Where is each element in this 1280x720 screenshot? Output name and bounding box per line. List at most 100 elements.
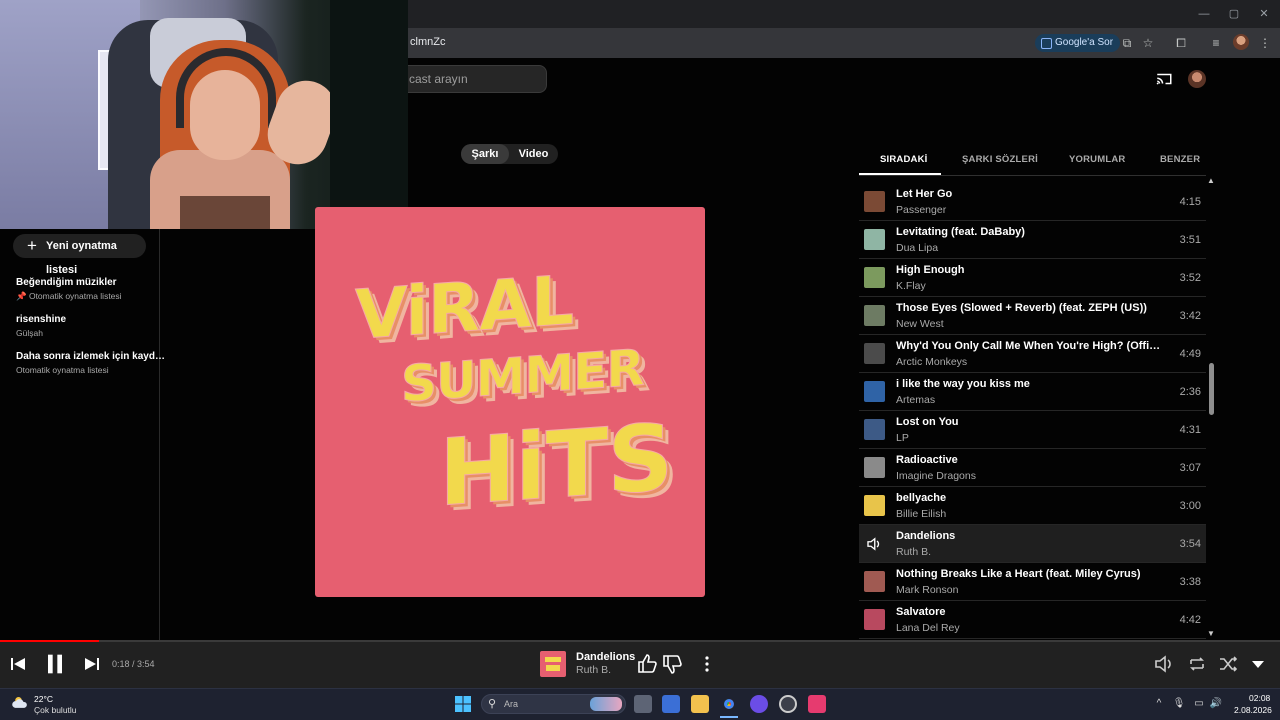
shuffle-icon[interactable] <box>1216 652 1240 676</box>
queue-artist: Mark Ronson <box>896 584 959 596</box>
pause-icon[interactable] <box>41 650 69 678</box>
queue-duration: 3:38 <box>1179 576 1201 588</box>
store-icon[interactable] <box>662 695 680 713</box>
queue-thumbnail[interactable] <box>864 457 885 478</box>
maximize-icon[interactable]: ▢ <box>1226 6 1242 22</box>
tiktok-icon[interactable] <box>808 695 826 713</box>
queue-title: i like the way you kiss me <box>896 378 1030 390</box>
clock-time[interactable]: 02:08 <box>1249 693 1270 703</box>
queue-row[interactable]: Nothing Breaks Like a Heart (feat. Miley… <box>859 563 1206 601</box>
playlist-title[interactable]: Beğendiğim müzikler <box>16 277 117 288</box>
queue-row[interactable]: Levitating (feat. DaBaby) Dua Lipa 3:51 <box>859 221 1206 259</box>
microphone-icon[interactable]: 🎙 <box>1172 697 1186 711</box>
song-toggle-button[interactable]: Şarkı <box>461 144 509 164</box>
minimize-icon[interactable]: — <box>1196 6 1212 22</box>
volume-icon[interactable] <box>1152 652 1176 676</box>
queue-row[interactable]: Salvatore Lana Del Rey 4:42 <box>859 601 1206 639</box>
cast-icon[interactable] <box>1155 70 1173 88</box>
queue-title: High Enough <box>896 264 965 276</box>
active-tab-indicator <box>859 173 941 175</box>
scroll-up-arrow-icon[interactable]: ▲ <box>1207 176 1215 185</box>
cloud-weather-icon[interactable] <box>11 695 31 709</box>
playlist-title[interactable]: risenshine <box>16 314 66 325</box>
search-input[interactable]: cast arayın <box>398 65 547 93</box>
speaker-icon[interactable]: 🔊 <box>1209 697 1223 711</box>
next-track-icon[interactable] <box>80 652 104 676</box>
tab-related[interactable]: BENZER <box>1160 154 1200 165</box>
queue-row[interactable]: Let Her Go Passenger 4:15 <box>859 183 1206 221</box>
close-icon[interactable]: ✕ <box>1256 6 1272 22</box>
now-playing-title[interactable]: Dandelions <box>576 651 635 663</box>
tray-overflow-icon[interactable]: ^ <box>1152 697 1166 711</box>
album-art-text: ViRAL <box>355 261 574 356</box>
file-explorer-icon[interactable] <box>691 695 709 713</box>
queue-thumbnail[interactable] <box>864 609 885 630</box>
queue-row[interactable]: Why'd You Only Call Me When You're High?… <box>859 335 1206 373</box>
queue-duration: 4:42 <box>1179 614 1201 626</box>
clock-date[interactable]: 2.08.2026 <box>1234 705 1272 715</box>
queue-duration: 3:52 <box>1179 272 1201 284</box>
new-playlist-button[interactable]: + Yeni oynatma listesi <box>13 234 146 276</box>
weather-temperature[interactable]: 22°C <box>34 694 53 704</box>
app-icon-steam[interactable] <box>779 695 797 713</box>
active-app-indicator <box>720 716 738 718</box>
expand-player-icon[interactable] <box>1246 652 1270 676</box>
now-playing-artist[interactable]: Ruth B. <box>576 664 611 676</box>
task-view-icon[interactable] <box>634 695 652 713</box>
reading-list-icon[interactable]: ≡ <box>1207 34 1225 52</box>
queue-artist: Ruth B. <box>896 546 932 558</box>
profile-avatar[interactable] <box>1233 34 1249 50</box>
more-options-icon[interactable] <box>695 652 719 676</box>
queue-title: Lost on You <box>896 416 959 428</box>
queue-scrollbar-thumb[interactable] <box>1209 363 1214 415</box>
repeat-icon[interactable] <box>1185 652 1209 676</box>
scroll-down-arrow-icon[interactable]: ▼ <box>1207 629 1215 638</box>
extensions-icon[interactable]: ⧠ <box>1172 34 1190 52</box>
queue-duration: 3:42 <box>1179 310 1201 322</box>
bookmark-star-icon[interactable]: ☆ <box>1139 34 1157 52</box>
chrome-icon[interactable] <box>720 695 738 713</box>
queue-row[interactable]: bellyache Billie Eilish 3:00 <box>859 487 1206 525</box>
windows-start-icon[interactable] <box>455 696 471 712</box>
queue-row[interactable]: High Enough K.Flay 3:52 <box>859 259 1206 297</box>
queue-title: bellyache <box>896 492 947 504</box>
queue-artist: Passenger <box>896 204 947 216</box>
previous-track-icon[interactable] <box>6 652 30 676</box>
video-toggle-button[interactable]: Video <box>509 144 558 164</box>
tab-up-next[interactable]: SIRADAKİ <box>880 154 928 165</box>
app-icon-purple[interactable] <box>750 695 768 713</box>
queue-row[interactable]: Lost on You LP 4:31 <box>859 411 1206 449</box>
queue-title: Radioactive <box>896 454 958 466</box>
queue-thumbnail[interactable] <box>864 191 885 212</box>
queue-row[interactable]: i like the way you kiss me Artemas 2:36 <box>859 373 1206 411</box>
queue-thumbnail[interactable] <box>864 419 885 440</box>
playback-time: 0:18 / 3:54 <box>112 659 155 669</box>
queue-thumbnail[interactable] <box>864 229 885 250</box>
queue-thumbnail[interactable] <box>864 381 885 402</box>
queue-thumbnail[interactable] <box>864 267 885 288</box>
dislike-icon[interactable] <box>661 652 685 676</box>
tab-lyrics[interactable]: ŞARKI SÖZLERİ <box>962 154 1038 165</box>
queue-thumbnail[interactable] <box>864 571 885 592</box>
progress-track[interactable] <box>0 640 1280 642</box>
queue-thumbnail[interactable] <box>864 305 885 326</box>
like-icon[interactable] <box>636 652 660 676</box>
now-playing-thumbnail[interactable] <box>540 651 566 677</box>
display-icon[interactable]: ▭ <box>1192 697 1206 711</box>
queue-thumbnail[interactable] <box>864 495 885 516</box>
queue-thumbnail[interactable] <box>864 343 885 364</box>
queue-artist: Artemas <box>896 394 936 406</box>
queue-row[interactable]: Dandelions Ruth B. 3:54 <box>859 525 1206 563</box>
url-text[interactable]: clmnZc <box>410 36 445 48</box>
google-ask-button[interactable]: Google'a Sor <box>1035 34 1121 52</box>
weather-description[interactable]: Çok bulutlu <box>34 705 77 715</box>
queue-row[interactable]: Radioactive Imagine Dragons 3:07 <box>859 449 1206 487</box>
playlist-title[interactable]: Daha sonra izlemek için kayd… <box>16 351 165 362</box>
progress-fill <box>0 640 99 642</box>
account-avatar[interactable] <box>1188 70 1206 88</box>
tab-comments[interactable]: YORUMLAR <box>1069 154 1126 165</box>
queue-row[interactable]: Those Eyes (Slowed + Reverb) (feat. ZEPH… <box>859 297 1206 335</box>
browser-menu-icon[interactable]: ⋮ <box>1256 34 1274 52</box>
cast-tab-icon[interactable]: ⧉ <box>1118 34 1136 52</box>
queue-title: Levitating (feat. DaBaby) <box>896 226 1025 238</box>
